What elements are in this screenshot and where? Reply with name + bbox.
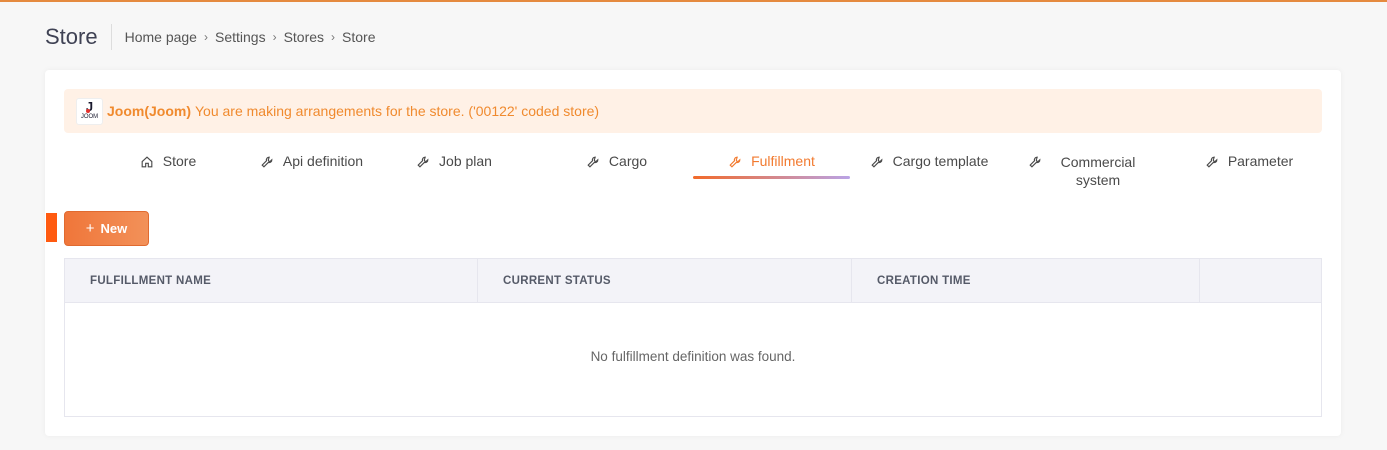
logo-dot <box>86 108 90 113</box>
tab-label: Fulfillment <box>751 153 815 169</box>
page-header: Store Home page › Settings › Stores › St… <box>45 22 376 52</box>
tab-store[interactable]: Store <box>113 153 223 181</box>
tab-bar: Store Api definition Job plan Cargo Fulf… <box>64 153 1322 203</box>
tab-label: Commercial system <box>1060 154 1136 188</box>
breadcrumb-home[interactable]: Home page <box>125 29 197 45</box>
tab-fulfillment[interactable]: Fulfillment <box>693 153 850 181</box>
tab-label: Cargo <box>608 153 648 169</box>
wrench-icon <box>729 156 741 168</box>
breadcrumb-current: Store <box>342 29 376 45</box>
tab-job-plan[interactable]: Job plan <box>399 153 509 181</box>
wrench-icon <box>417 156 429 168</box>
new-button-label: New <box>100 221 128 236</box>
tab-parameter[interactable]: Parameter <box>1189 153 1309 181</box>
breadcrumb: Home page › Settings › Stores › Store <box>112 29 376 45</box>
tab-api-definition[interactable]: Api definition <box>239 153 384 181</box>
column-fulfillment-name[interactable]: FULFILLMENT NAME <box>65 259 478 302</box>
home-icon <box>141 156 153 168</box>
breadcrumb-settings[interactable]: Settings <box>215 29 266 45</box>
tab-cargo[interactable]: Cargo <box>564 153 669 181</box>
breadcrumb-stores[interactable]: Stores <box>284 29 324 45</box>
wrench-icon <box>1028 156 1040 168</box>
chevron-right-icon: › <box>272 30 277 44</box>
tab-cargo-template[interactable]: Cargo template <box>859 153 999 181</box>
chevron-right-icon: › <box>331 30 336 44</box>
fulfillment-table: FULFILLMENT NAME CURRENT STATUS CREATION… <box>64 258 1322 417</box>
tab-label: Store <box>162 153 197 169</box>
tab-label: Job plan <box>439 153 492 169</box>
side-marker <box>46 213 57 242</box>
wrench-icon <box>587 156 599 168</box>
table-header: FULFILLMENT NAME CURRENT STATUS CREATION… <box>65 259 1321 303</box>
store-logo: J JOOM <box>76 97 103 125</box>
tab-commercial-system[interactable]: Commercial system <box>1024 153 1149 193</box>
tab-label: Parameter <box>1227 153 1294 169</box>
new-button[interactable]: + New <box>64 211 149 246</box>
page-title: Store <box>45 24 112 50</box>
column-current-status[interactable]: CURRENT STATUS <box>478 259 852 302</box>
tab-label: Cargo template <box>892 153 989 169</box>
empty-state-message: No fulfillment definition was found. <box>590 349 796 364</box>
column-creation-time[interactable]: CREATION TIME <box>852 259 1200 302</box>
wrench-icon <box>871 156 883 168</box>
logo-text: JOOM <box>80 114 99 120</box>
column-actions <box>1200 259 1321 302</box>
alert-message: You are making arrangements for the stor… <box>195 103 600 119</box>
store-alert: J JOOM Joom(Joom) You are making arrange… <box>64 89 1322 133</box>
tab-label: Api definition <box>282 153 364 169</box>
chevron-right-icon: › <box>203 30 208 44</box>
alert-store-name: Joom(Joom) <box>107 103 191 119</box>
plus-icon: + <box>85 220 95 237</box>
wrench-icon <box>1206 156 1218 168</box>
wrench-icon <box>261 156 273 168</box>
